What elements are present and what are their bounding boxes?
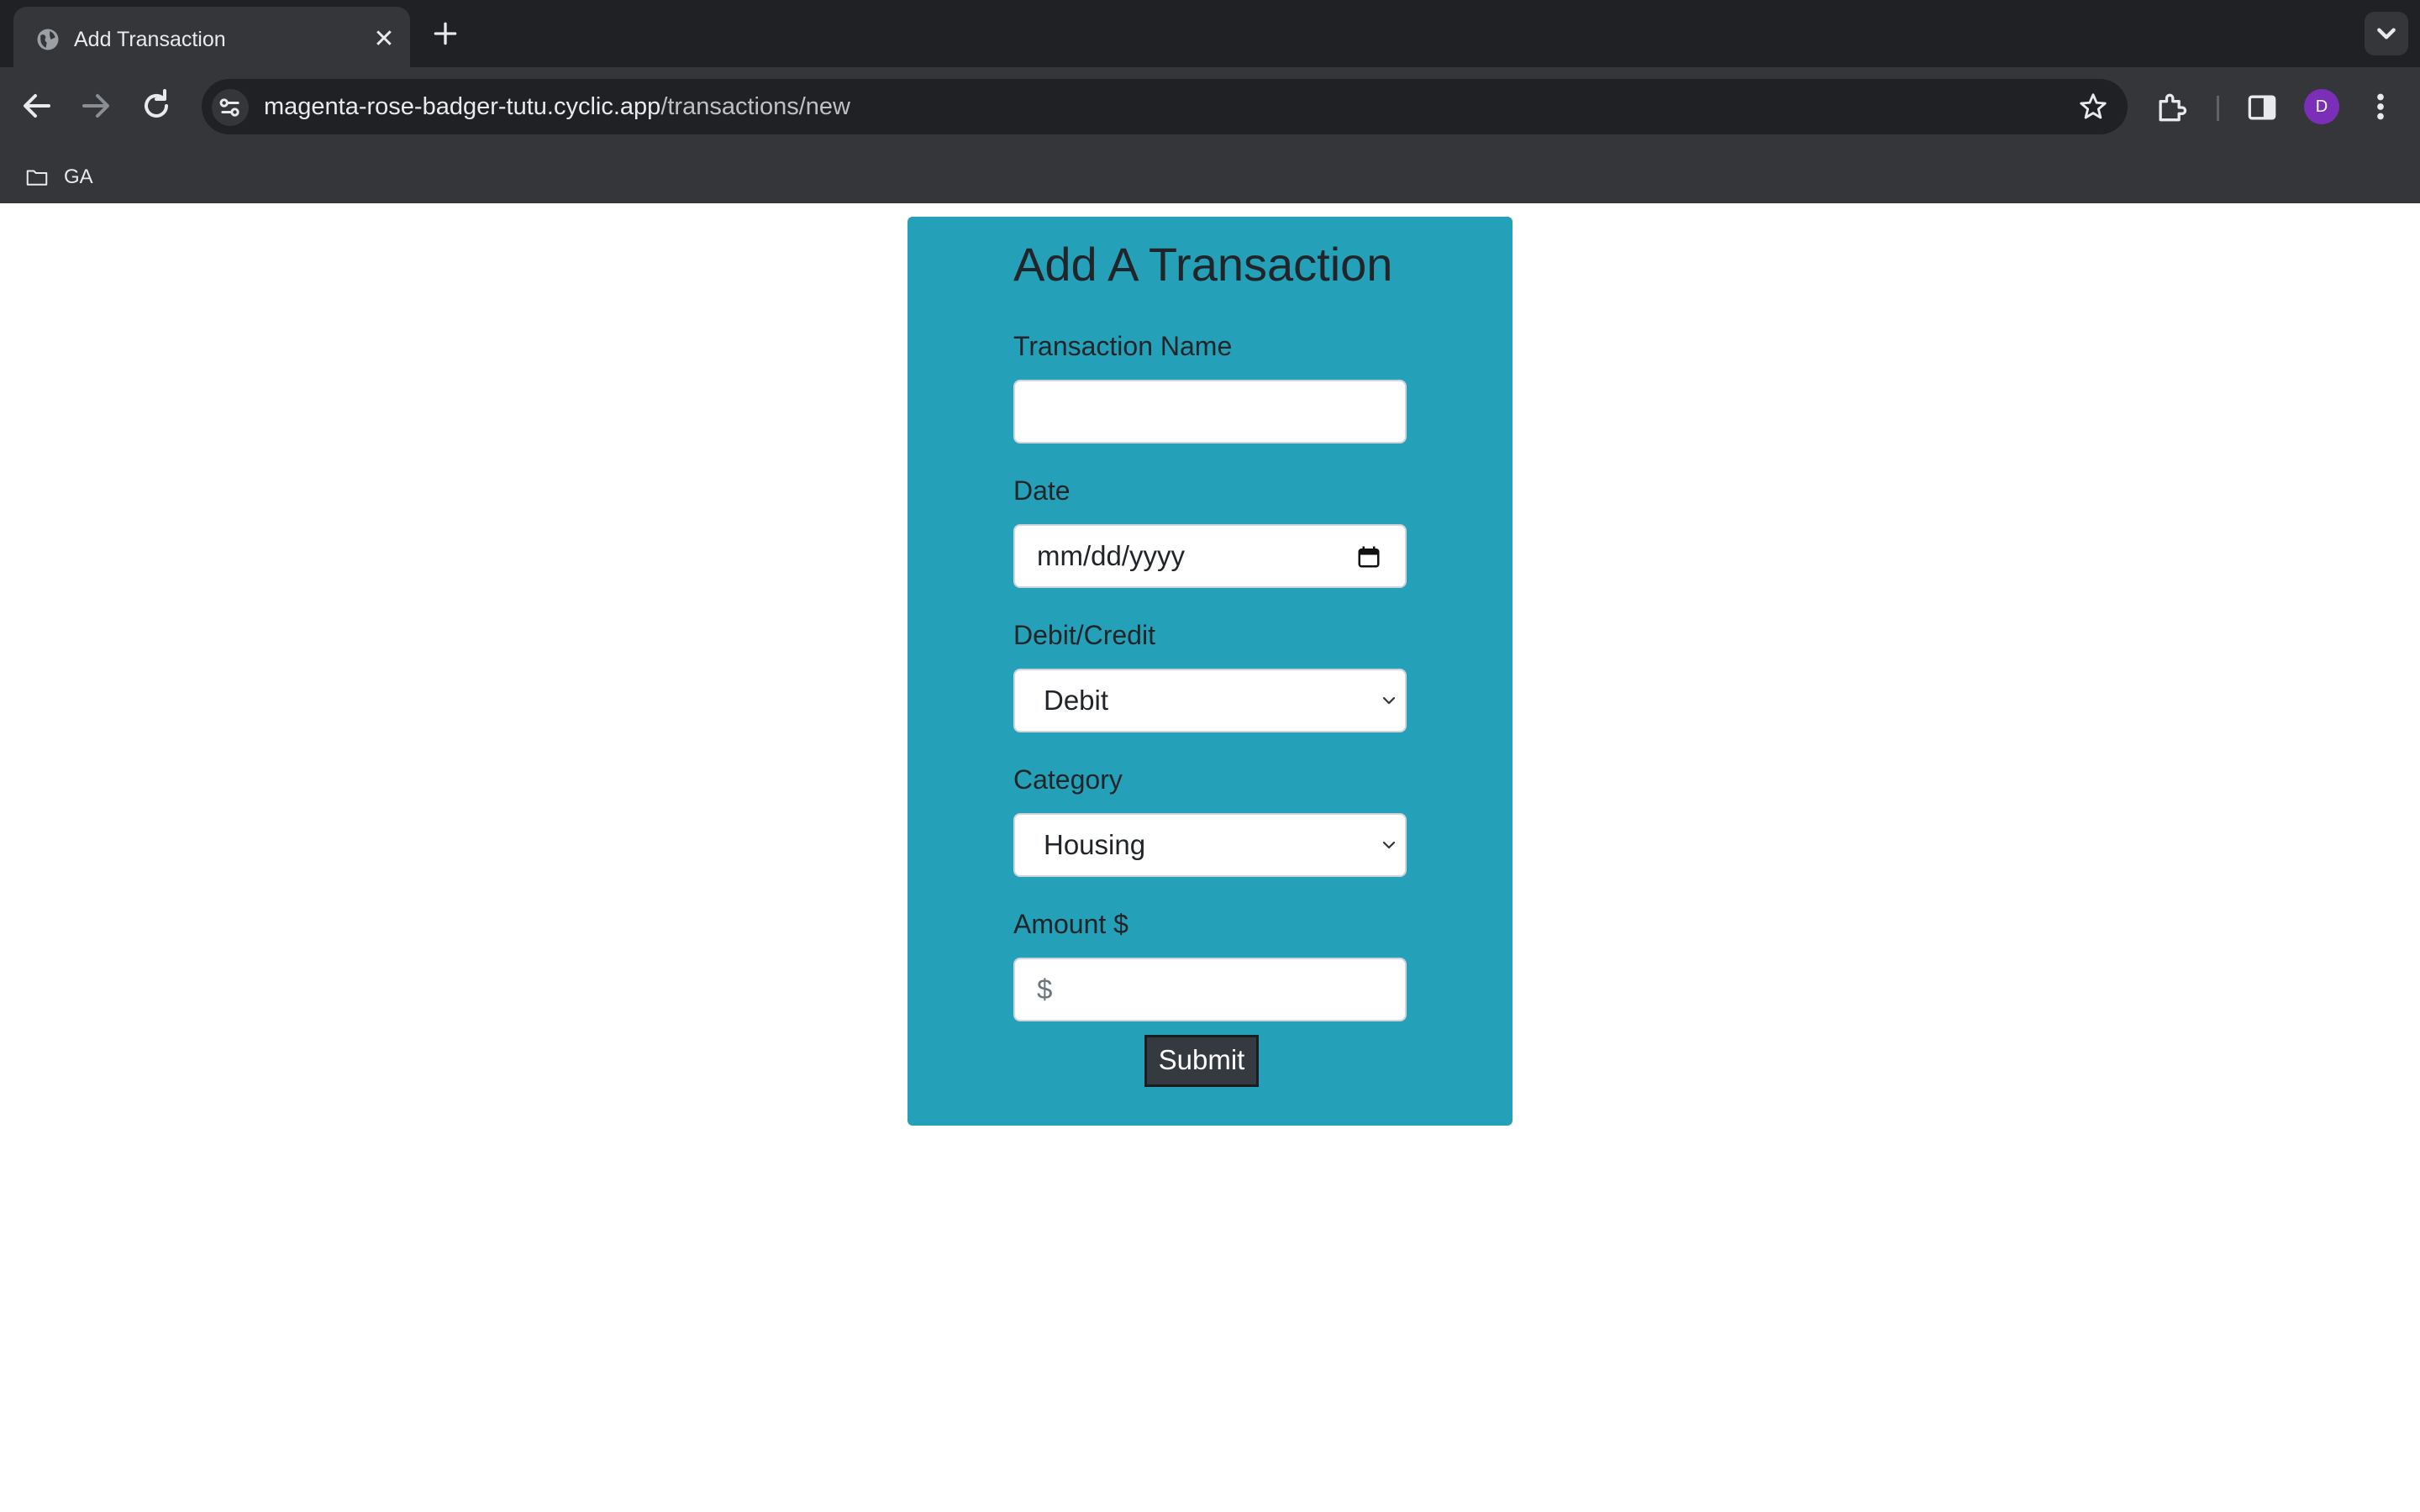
form-title: Add A Transaction: [1013, 238, 1393, 291]
chevron-down-icon: [2377, 28, 2396, 39]
back-icon[interactable]: [17, 86, 57, 126]
tab-title: Add Transaction: [74, 28, 226, 51]
folder-icon: [26, 170, 48, 186]
calendar-icon[interactable]: [1356, 544, 1381, 570]
chevron-down-icon: [1382, 841, 1396, 849]
url-path: /transactions/new: [660, 93, 850, 120]
bookmark-label: GA: [64, 165, 93, 188]
site-info-button[interactable]: [212, 89, 249, 126]
debit-credit-value: Debit: [1044, 685, 1109, 716]
debit-credit-select[interactable]: Debit: [1013, 669, 1407, 732]
transaction-name-label: Transaction Name: [1013, 331, 1233, 361]
side-panel-icon[interactable]: [2244, 89, 2281, 126]
extensions-icon[interactable]: [2153, 89, 2190, 126]
amount-label: Amount $: [1013, 909, 1128, 939]
amount-placeholder: $: [1037, 974, 1053, 1005]
reload-icon[interactable]: [136, 86, 176, 126]
url-host: magenta-rose-badger-tutu.cyclic.app: [264, 93, 661, 120]
date-input[interactable]: mm/dd/yyyy: [1013, 524, 1407, 588]
debit-credit-label: Debit/Credit: [1013, 620, 1155, 650]
globe-icon: [37, 29, 59, 50]
category-label: Category: [1013, 764, 1123, 795]
tab-search-button[interactable]: [2365, 12, 2408, 55]
url-text: magenta-rose-badger-tutu.cyclic.app/tran…: [264, 79, 850, 134]
more-menu-icon[interactable]: [2368, 87, 2393, 126]
page-content: Add A Transaction Transaction Name Date …: [0, 203, 2420, 1512]
date-label: Date: [1013, 475, 1071, 506]
transaction-form: Add A Transaction Transaction Name Date …: [908, 217, 1512, 1126]
category-select[interactable]: Housing: [1013, 813, 1407, 877]
amount-input[interactable]: $: [1013, 958, 1407, 1021]
submit-button[interactable]: Submit: [1144, 1035, 1259, 1087]
profile-avatar[interactable]: D: [2304, 89, 2339, 124]
browser-tab[interactable]: Add Transaction ✕: [13, 7, 410, 67]
tab-strip: Add Transaction ✕: [0, 0, 2420, 67]
date-placeholder: mm/dd/yyyy: [1037, 540, 1186, 571]
toolbar-divider: [2217, 96, 2219, 121]
address-bar[interactable]: magenta-rose-badger-tutu.cyclic.app/tran…: [202, 79, 2128, 134]
category-value: Housing: [1044, 829, 1146, 860]
forward-icon[interactable]: [76, 86, 116, 126]
bookmark-star-icon[interactable]: [2077, 91, 2109, 123]
chevron-down-icon: [1382, 696, 1396, 705]
new-tab-icon[interactable]: [429, 17, 462, 50]
transaction-name-input[interactable]: [1013, 380, 1407, 444]
close-tab-icon[interactable]: ✕: [370, 25, 398, 54]
tune-icon: [219, 98, 239, 117]
browser-toolbar: magenta-rose-badger-tutu.cyclic.app/tran…: [0, 67, 2420, 212]
